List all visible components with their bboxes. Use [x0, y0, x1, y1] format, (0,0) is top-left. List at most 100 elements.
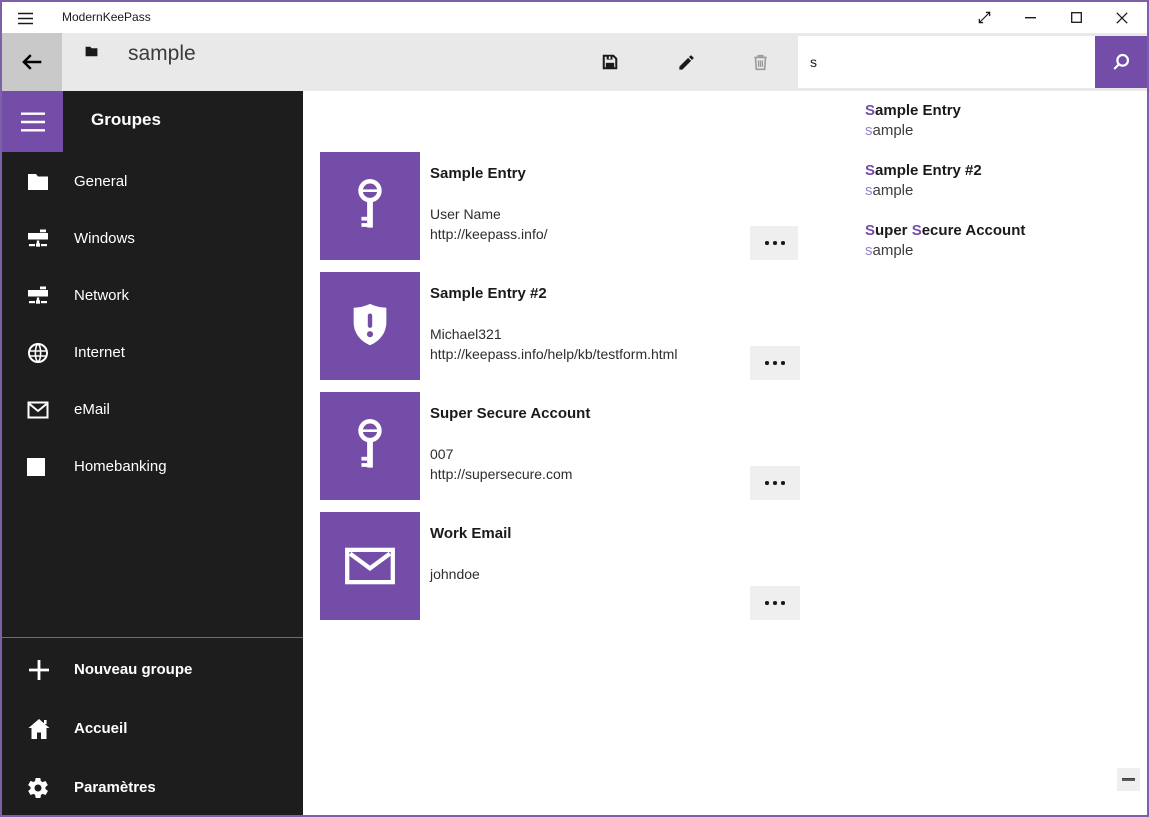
database-title: sample	[128, 42, 196, 66]
search-result-title: Super Secure Account	[865, 221, 1147, 241]
fullscreen-button[interactable]	[961, 2, 1007, 33]
database-icon	[84, 45, 99, 58]
key-icon	[352, 177, 388, 235]
plus-icon	[26, 657, 52, 683]
sidebar-group-item[interactable]: Internet	[2, 324, 303, 381]
search-suggestions-panel: Sample Entry sample Sample Entry #2 samp…	[798, 91, 1147, 273]
back-arrow-icon	[18, 49, 46, 75]
sidebar-footer: Nouveau groupe Accueil Paramètres	[2, 637, 303, 817]
search-result-title: Sample Entry #2	[865, 161, 1147, 181]
close-icon	[1116, 12, 1128, 24]
entry-more-button[interactable]	[750, 226, 800, 260]
entry-icon-tile[interactable]	[320, 152, 420, 260]
entry-row[interactable]: Sample Entry User Name http://keepass.in…	[320, 152, 800, 260]
sidebar-item-label: Paramètres	[74, 779, 156, 796]
entry-icon-tile[interactable]	[320, 512, 420, 620]
entry-icon-tile[interactable]	[320, 392, 420, 500]
system-menu-icon[interactable]	[16, 9, 34, 27]
gear-icon	[26, 776, 52, 800]
app-window: ModernKeePass sample	[0, 0, 1149, 817]
hamburger-icon	[18, 110, 48, 134]
sidebar-group-item[interactable]: Windows	[2, 210, 303, 267]
entry-username: User Name	[430, 206, 501, 222]
ellipsis-icon	[765, 361, 769, 365]
search-result-item[interactable]: Sample Entry #2 sample	[798, 151, 1147, 211]
groups-heading: Groupes	[91, 110, 161, 130]
entry-url: http://supersecure.com	[430, 466, 572, 482]
sidebar-group-item[interactable]: Homebanking	[2, 438, 303, 495]
search-result-group: sample	[865, 181, 1147, 201]
sidebar-item-label: General	[74, 173, 127, 190]
key-icon	[352, 417, 388, 475]
entry-more-button[interactable]	[750, 466, 800, 500]
envelope-icon	[344, 547, 396, 585]
entry-more-button[interactable]	[750, 586, 800, 620]
search-input[interactable]	[798, 36, 1095, 88]
ellipsis-icon	[765, 601, 769, 605]
minimize-icon	[1025, 17, 1036, 19]
search-result-title: Sample Entry	[865, 101, 1147, 121]
entry-row[interactable]: Sample Entry #2 Michael321 http://keepas…	[320, 272, 800, 380]
globe-icon	[26, 341, 52, 365]
sidebar-group-item[interactable]: eMail	[2, 381, 303, 438]
entry-title: Sample Entry #2	[430, 285, 547, 302]
maximize-button[interactable]	[1053, 2, 1099, 33]
entry-title: Sample Entry	[430, 165, 526, 182]
search-icon	[1110, 51, 1132, 73]
sidebar-group-item[interactable]: Paramètres	[2, 758, 303, 817]
sidebar-item-label: Network	[74, 287, 129, 304]
search-result-item[interactable]: Sample Entry sample	[798, 91, 1147, 151]
sidebar-item-label: Windows	[74, 230, 135, 247]
entry-list: Sample Entry User Name http://keepass.in…	[320, 152, 800, 632]
entry-title: Super Secure Account	[430, 405, 590, 422]
workstation-icon	[26, 285, 52, 307]
save-button[interactable]	[586, 38, 634, 86]
entry-username: Michael321	[430, 326, 502, 342]
maximize-icon	[1071, 12, 1082, 23]
entry-more-button[interactable]	[750, 346, 800, 380]
sidebar-item-label: Homebanking	[74, 458, 167, 475]
entry-url: http://keepass.info/help/kb/testform.htm…	[430, 346, 677, 362]
entry-row[interactable]: Super Secure Account 007 http://supersec…	[320, 392, 800, 500]
sidebar-group-item[interactable]: Network	[2, 267, 303, 324]
save-icon	[600, 52, 620, 72]
entry-url: http://keepass.info/	[430, 226, 548, 242]
pencil-icon	[677, 53, 696, 72]
sidebar-item-label: Nouveau groupe	[74, 661, 192, 678]
mail-icon	[26, 399, 52, 421]
edit-button[interactable]	[662, 38, 710, 86]
back-button[interactable]	[2, 33, 62, 91]
app-title: ModernKeePass	[62, 2, 151, 33]
entry-row[interactable]: Work Email johndoe	[320, 512, 800, 620]
entry-username: 007	[430, 446, 453, 462]
delete-button[interactable]	[736, 38, 784, 86]
entry-username: johndoe	[430, 566, 480, 582]
folder-icon	[26, 171, 52, 193]
entry-icon-tile[interactable]	[320, 272, 420, 380]
sidebar: Groupes General Windows Network Internet…	[2, 91, 303, 815]
minimize-button[interactable]	[1007, 2, 1053, 33]
hamburger-menu-button[interactable]	[2, 91, 63, 152]
group-list: General Windows Network Internet eMail H…	[2, 153, 303, 495]
titlebar: ModernKeePass	[2, 2, 1147, 33]
search-result-item[interactable]: Super Secure Account sample	[798, 211, 1147, 271]
search-result-group: sample	[865, 121, 1147, 141]
fullscreen-icon	[977, 10, 992, 25]
minus-icon	[1122, 778, 1135, 781]
shield-icon	[345, 301, 395, 351]
sidebar-group-item[interactable]: Nouveau groupe	[2, 640, 303, 699]
blank-square-icon	[26, 457, 52, 477]
command-bar: sample	[2, 33, 1147, 91]
ellipsis-icon	[765, 241, 769, 245]
home-icon	[26, 717, 52, 741]
workstation-icon	[26, 228, 52, 250]
search-button[interactable]	[1095, 36, 1147, 88]
sidebar-item-label: Accueil	[74, 720, 127, 737]
sidebar-group-item[interactable]: Accueil	[2, 699, 303, 758]
close-button[interactable]	[1099, 2, 1145, 33]
sidebar-item-label: Internet	[74, 344, 125, 361]
sidebar-group-item[interactable]: General	[2, 153, 303, 210]
entry-title: Work Email	[430, 525, 511, 542]
ellipsis-icon	[765, 481, 769, 485]
zoom-out-button[interactable]	[1117, 768, 1140, 791]
